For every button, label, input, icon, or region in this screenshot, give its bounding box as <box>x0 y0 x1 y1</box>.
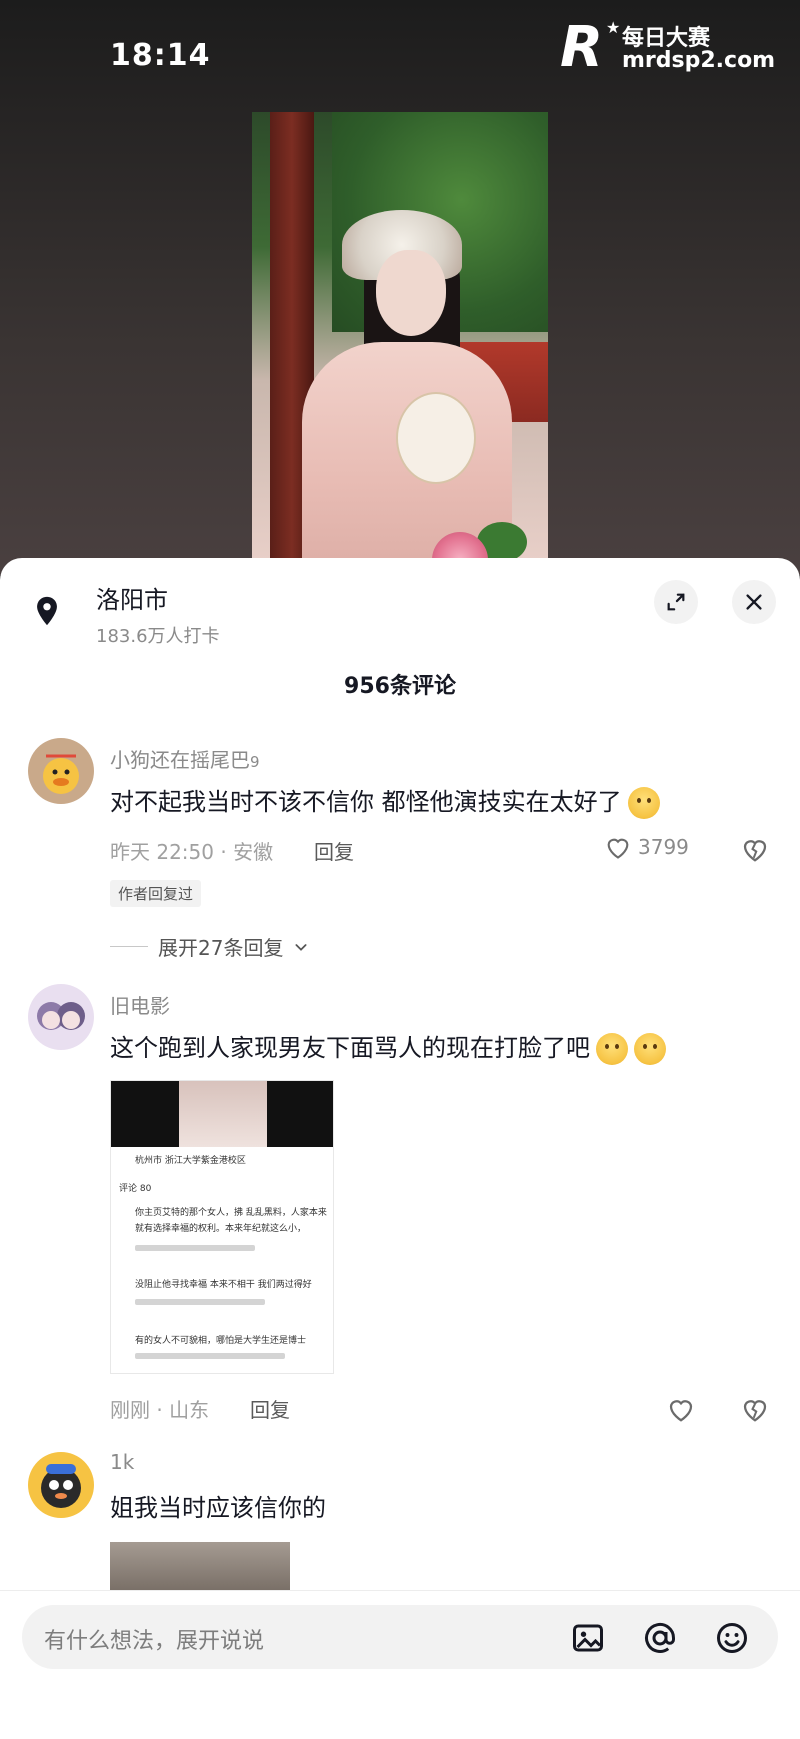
screenshot-line: 没阻止他寻找幸福 本来不相干 我们两过得好 <box>135 1280 312 1290</box>
comment-username[interactable]: 小狗还在摇尾巴9 <box>110 744 260 773</box>
comment-text-content: 对不起我当时不该不信你 都怪他演技实在太好了 <box>110 788 622 816</box>
heart-icon[interactable] <box>666 1394 696 1424</box>
input-placeholder: 有什么想法，展开说说 <box>44 1629 265 1654</box>
avatar[interactable] <box>28 1452 94 1518</box>
username-suffix: 9 <box>250 753 260 771</box>
screenshot-bar <box>135 1245 255 1251</box>
video-area[interactable]: 18:14 R ★ 每日大赛 mrdsp2.com <box>0 0 800 575</box>
screenshot-bar <box>135 1353 285 1359</box>
screenshot-line: 就有选择幸福的权利。本来年纪就这么小， <box>135 1224 307 1234</box>
heart-icon <box>607 838 629 859</box>
author-replied-tag: 作者回复过 <box>110 880 202 907</box>
sweat-emoji-icon <box>627 787 660 819</box>
broken-heart-icon[interactable] <box>740 834 770 864</box>
comment-item: 旧电影 这个跑到人家现男友下面骂人的现在打脸了吧 杭州市 浙江大学紫金港校区 评… <box>0 984 800 1424</box>
comment-text-content: 这个跑到人家现男友下面骂人的现在打脸了吧 <box>110 1034 590 1062</box>
cartoon-avatar-icon <box>28 1452 94 1518</box>
location-name: 洛阳市 <box>96 586 168 614</box>
username-text: 小狗还在摇尾巴 <box>110 748 250 772</box>
image-icon[interactable] <box>570 1620 606 1656</box>
reply-button[interactable]: 回复 <box>250 1394 290 1423</box>
comment-item: 1k 姐我当时应该信你的 <box>0 1448 800 1602</box>
expand-replies-label: 展开27条回复 <box>158 936 284 960</box>
location-checkins: 183.6万人打卡 <box>96 626 220 647</box>
comment-input-bar: 有什么想法，展开说说 <box>0 1590 800 1739</box>
watermark-letter: R <box>560 15 604 80</box>
video-thumbnail[interactable] <box>252 112 548 560</box>
close-button[interactable] <box>732 580 776 624</box>
watermark-logo: R ★ 每日大赛 mrdsp2.com <box>560 16 788 80</box>
chevron-down-icon <box>295 943 307 951</box>
comment-meta: 刚刚 · 山东 <box>110 1398 210 1422</box>
close-icon <box>746 594 762 610</box>
anime-avatar-icon <box>28 984 94 1050</box>
expand-button[interactable] <box>654 580 698 624</box>
avatar[interactable] <box>28 984 94 1050</box>
comment-meta: 昨天 22:50 · 安徽 <box>110 840 274 864</box>
hanfu-figure <box>292 202 527 560</box>
screenshot-line: 有的女人不可貌相，哪怕是大学生还是博士 <box>135 1336 307 1346</box>
comment-input[interactable]: 有什么想法，展开说说 <box>22 1605 778 1669</box>
expand-divider <box>110 946 148 947</box>
figure-face <box>376 250 446 336</box>
expand-icon <box>667 593 685 611</box>
avatar[interactable] <box>28 738 94 804</box>
reply-button[interactable]: 回复 <box>314 836 354 865</box>
location-row[interactable]: 洛阳市 183.6万人打卡 <box>0 558 800 658</box>
duck-avatar-icon <box>28 738 94 804</box>
at-icon[interactable] <box>642 1620 678 1656</box>
hug-emoji-icon <box>596 1033 628 1065</box>
comment-screenshot[interactable]: 杭州市 浙江大学紫金港校区 评论 80 你主页艾特的那个女人，拂 乱乱黑料，人家… <box>110 1080 334 1374</box>
expand-replies[interactable]: 展开27条回复 <box>110 932 309 961</box>
figure-fan <box>396 392 476 484</box>
screenshot-bar <box>135 1299 265 1305</box>
comment-sheet: 洛阳市 183.6万人打卡 956条评论 小狗还在摇尾巴9 对不起我当时不该不信… <box>0 558 800 1739</box>
comment-text: 姐我当时应该信你的 <box>110 1494 326 1522</box>
emoji-icon[interactable] <box>714 1620 750 1656</box>
screenshot-tab: 评论 80 <box>119 1184 152 1194</box>
comment-username[interactable]: 1k <box>110 1450 134 1474</box>
comment-username[interactable]: 旧电影 <box>110 990 170 1019</box>
screenshot-location: 杭州市 浙江大学紫金港校区 <box>135 1156 246 1166</box>
comment-count: 956条评论 <box>344 674 456 699</box>
screenshot-face <box>179 1081 267 1147</box>
status-time: 18:14 <box>110 38 211 73</box>
broken-heart-icon[interactable] <box>740 1394 770 1424</box>
comment-text: 这个跑到人家现男友下面骂人的现在打脸了吧 <box>110 1028 666 1065</box>
like-count: 3799 <box>638 835 689 859</box>
screenshot-line: 你主页艾特的那个女人，拂 乱乱黑料，人家本来 <box>135 1208 327 1218</box>
hug-emoji-icon <box>634 1033 666 1065</box>
location-pin-icon <box>37 596 57 626</box>
like-button[interactable]: 3799 <box>604 834 689 860</box>
comment-item: 小狗还在摇尾巴9 对不起我当时不该不信你 都怪他演技实在太好了 昨天 22:50… <box>0 738 800 978</box>
comment-text: 对不起我当时不该不信你 都怪他演技实在太好了 <box>110 782 660 819</box>
star-icon: ★ <box>606 18 621 37</box>
watermark-url: mrdsp2.com <box>622 48 776 73</box>
